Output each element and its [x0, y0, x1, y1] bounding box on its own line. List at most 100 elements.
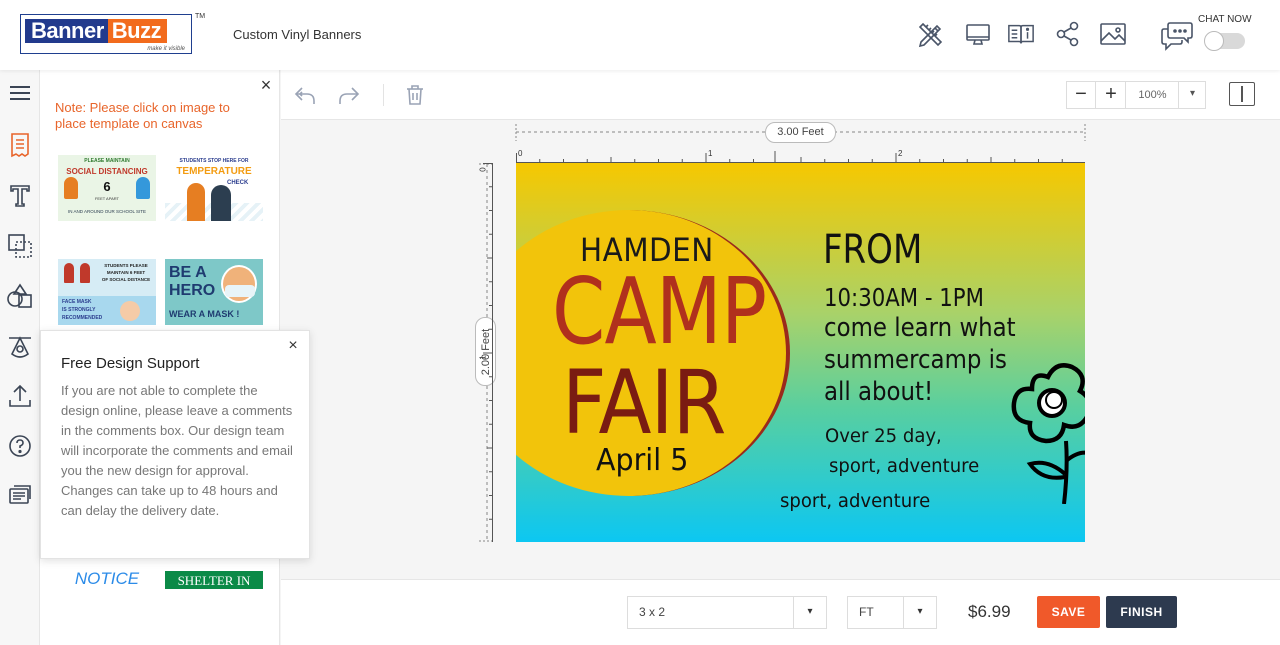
thumb-text: PLEASE MAINTAIN	[84, 158, 130, 164]
ruler-tick-label: 2	[898, 149, 903, 158]
trash-icon[interactable]	[403, 83, 427, 107]
ruler-tick-label: 0	[478, 167, 488, 172]
thumb-text: NOTICE	[74, 569, 140, 588]
template-thumb-temperature-check[interactable]: STUDENTS STOP HERE FOR TEMPERATURE CHECK	[165, 155, 263, 221]
banner-text-line2[interactable]: summercamp is	[824, 345, 1007, 375]
product-title: Custom Vinyl Banners	[233, 27, 362, 42]
thumb-text: IN AND AROUND OUR SCHOOL SITE	[67, 209, 147, 214]
zoom-dropdown-caret[interactable]: ▾	[1179, 82, 1206, 108]
logo-trademark: TM	[195, 13, 206, 20]
mask-figure	[225, 285, 255, 297]
banner-text-line1[interactable]: come learn what	[824, 313, 1016, 343]
undo-icon[interactable]	[293, 83, 317, 107]
zoom-out-button[interactable]: −	[1067, 82, 1096, 108]
flower-clipart[interactable]	[1008, 359, 1085, 504]
person-figure	[187, 183, 205, 221]
width-dimension-label: 3.00 Feet	[765, 122, 836, 143]
banner-design-canvas[interactable]: HAMDEN CAMP FAIR April 5 FROM 10:30AM - …	[516, 163, 1085, 542]
app-header: Banner Buzz make it visible TM Custom Vi…	[0, 0, 1280, 70]
size-select[interactable]: 3 x 2 ▾	[627, 596, 827, 629]
thumb-text: STUDENTS STOP HERE FOR	[179, 158, 249, 164]
chat-toggle[interactable]	[1204, 31, 1245, 51]
person-figure	[211, 185, 231, 221]
ruler-tick-label: 1	[478, 355, 488, 360]
finish-button[interactable]: FINISH	[1106, 596, 1177, 628]
vertical-ruler	[483, 163, 493, 542]
logo-wordmark: Banner Buzz	[25, 19, 189, 43]
design-tools-icon[interactable]	[917, 20, 945, 48]
banner-text-time[interactable]: 10:30AM - 1PM	[824, 283, 984, 312]
tool-rail	[0, 70, 40, 645]
thumb-text: BE A	[169, 264, 207, 281]
design-support-popup: Free Design Support × If you are not abl…	[40, 330, 310, 559]
upload-icon[interactable]	[6, 382, 34, 410]
banner-text-line3[interactable]: all about!	[824, 377, 933, 407]
price-display: $6.99	[968, 602, 1011, 621]
bannerbuzz-logo[interactable]: Banner Buzz make it visible	[20, 14, 192, 54]
toggle-knob	[1204, 31, 1224, 51]
chevron-down-icon: ▾	[793, 597, 826, 628]
chat-icon[interactable]	[1160, 19, 1194, 51]
banner-text-line5[interactable]: sport, adventure	[829, 455, 979, 477]
chat-now-label: CHAT NOW	[1198, 14, 1252, 25]
panel-close-button[interactable]: ×	[257, 76, 275, 94]
help-icon[interactable]	[6, 432, 34, 460]
popup-body: If you are not able to complete the desi…	[61, 383, 293, 518]
image-icon[interactable]	[1099, 20, 1127, 48]
banner-text-fair[interactable]: FAIR	[562, 356, 726, 450]
text-icon[interactable]	[6, 182, 34, 210]
logo-banner-text: Banner	[25, 19, 108, 43]
canvas-toolbar: − + 100% ▾	[281, 70, 1280, 120]
banner-text-camp[interactable]: CAMP	[552, 263, 767, 361]
menu-icon[interactable]	[6, 79, 34, 107]
comments-icon[interactable]	[6, 482, 34, 510]
thumb-text: SHELTER IN PLACE	[177, 573, 251, 589]
panel-layout-toggle[interactable]	[1229, 82, 1255, 106]
template-thumb-social-distancing[interactable]: PLEASE MAINTAIN SOCIAL DISTANCING 6 FEET…	[58, 155, 156, 221]
face-figure	[120, 301, 140, 321]
thumb-text: WEAR A MASK !	[169, 309, 240, 319]
chevron-down-icon: ▾	[903, 597, 936, 628]
desktop-preview-icon[interactable]	[964, 20, 992, 48]
zoom-control: − + 100% ▾	[1066, 81, 1206, 109]
banner-text-date[interactable]: April 5	[596, 443, 688, 478]
banner-text-line6[interactable]: sport, adventure	[780, 490, 930, 512]
banner-text-from[interactable]: FROM	[823, 227, 922, 273]
canvas-area: 3.00 Feet 2.00 Feet 0 1 2 0 1 HAMDEN CAM…	[281, 121, 1280, 579]
template-thumb-be-a-hero[interactable]: BE A HERO WEAR A MASK !	[165, 259, 263, 325]
thumb-text: HERO	[169, 282, 216, 299]
thumb-text: STUDENTS PLEASE	[104, 263, 148, 268]
unit-select[interactable]: FT ▾	[847, 596, 937, 629]
template-thumb-notice[interactable]: NOTICE	[58, 567, 156, 589]
zoom-in-button[interactable]: +	[1097, 82, 1126, 108]
layers-icon[interactable]	[6, 232, 34, 260]
shapes-icon[interactable]	[6, 282, 34, 310]
clipart-icon[interactable]	[6, 332, 34, 360]
thumb-text: FACE MASK	[62, 299, 92, 305]
thumb-text: TEMPERATURE	[176, 166, 252, 177]
size-select-value: 3 x 2	[639, 605, 666, 619]
horizontal-ruler	[516, 151, 1085, 163]
templates-icon[interactable]	[6, 131, 34, 159]
share-icon[interactable]	[1054, 20, 1082, 48]
zoom-value[interactable]: 100%	[1127, 82, 1179, 108]
popup-close-button[interactable]: ×	[285, 338, 301, 354]
toolbar-divider	[383, 84, 384, 106]
product-info-icon[interactable]	[1007, 20, 1035, 48]
logo-tagline: make it visible	[147, 46, 185, 52]
bottom-bar: 3 x 2 ▾ FT ▾ $6.99 SAVE FINISH	[281, 579, 1280, 645]
save-button[interactable]: SAVE	[1037, 596, 1100, 628]
student-figure	[80, 263, 90, 283]
child-figure	[136, 177, 150, 199]
thumb-text: IS STRONGLY	[62, 307, 96, 313]
popup-title: Free Design Support	[61, 355, 200, 372]
thumb-text: RECOMMENDED	[62, 315, 103, 321]
logo-buzz-text: Buzz	[107, 19, 168, 43]
banner-text-line4[interactable]: Over 25 day,	[825, 425, 942, 447]
template-thumb-face-mask[interactable]: STUDENTS PLEASE MAINTAIN 6 FEET OF SOCIA…	[58, 259, 156, 325]
redo-icon[interactable]	[337, 83, 361, 107]
child-figure	[64, 177, 78, 199]
template-thumb-shelter-in-place[interactable]: SHELTER IN PLACE	[165, 571, 263, 589]
ruler-tick-label: 1	[708, 149, 713, 158]
thumb-text: OF SOCIAL DISTANCE	[101, 277, 151, 282]
